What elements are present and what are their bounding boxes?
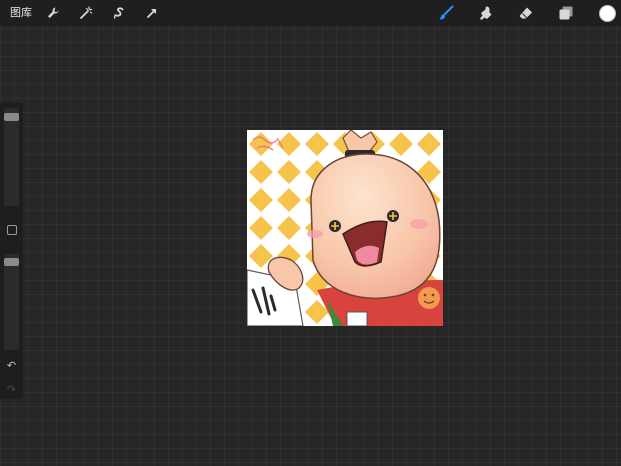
modify-button[interactable] xyxy=(7,225,17,235)
opacity-slider-thumb[interactable] xyxy=(4,258,19,267)
opacity-slider[interactable] xyxy=(4,254,19,350)
eraser-icon[interactable] xyxy=(518,5,534,21)
left-sidebar: ↶ ↷ xyxy=(0,102,23,399)
note-card xyxy=(346,311,368,326)
brush-size-slider[interactable] xyxy=(4,108,19,206)
drawing-canvas[interactable] xyxy=(247,130,443,326)
smudge-icon[interactable] xyxy=(478,5,494,21)
left-blush xyxy=(307,230,323,238)
layers-icon[interactable] xyxy=(558,5,574,21)
wrench-icon[interactable] xyxy=(45,5,61,21)
redo-icon[interactable]: ↷ xyxy=(5,383,18,396)
artwork xyxy=(247,130,443,326)
right-blush xyxy=(410,219,428,229)
color-swatch[interactable] xyxy=(599,5,616,22)
gallery-button[interactable]: 图库 xyxy=(10,5,32,21)
brush-icon[interactable] xyxy=(438,5,454,21)
transform-arrow-icon[interactable] xyxy=(144,5,160,21)
top-toolbar: 图库 xyxy=(0,0,621,26)
undo-icon[interactable]: ↶ xyxy=(5,359,18,372)
smiley-badge xyxy=(418,287,440,309)
magic-wand-icon[interactable] xyxy=(78,5,94,21)
selection-icon[interactable] xyxy=(111,5,127,21)
brush-size-slider-thumb[interactable] xyxy=(4,112,19,121)
